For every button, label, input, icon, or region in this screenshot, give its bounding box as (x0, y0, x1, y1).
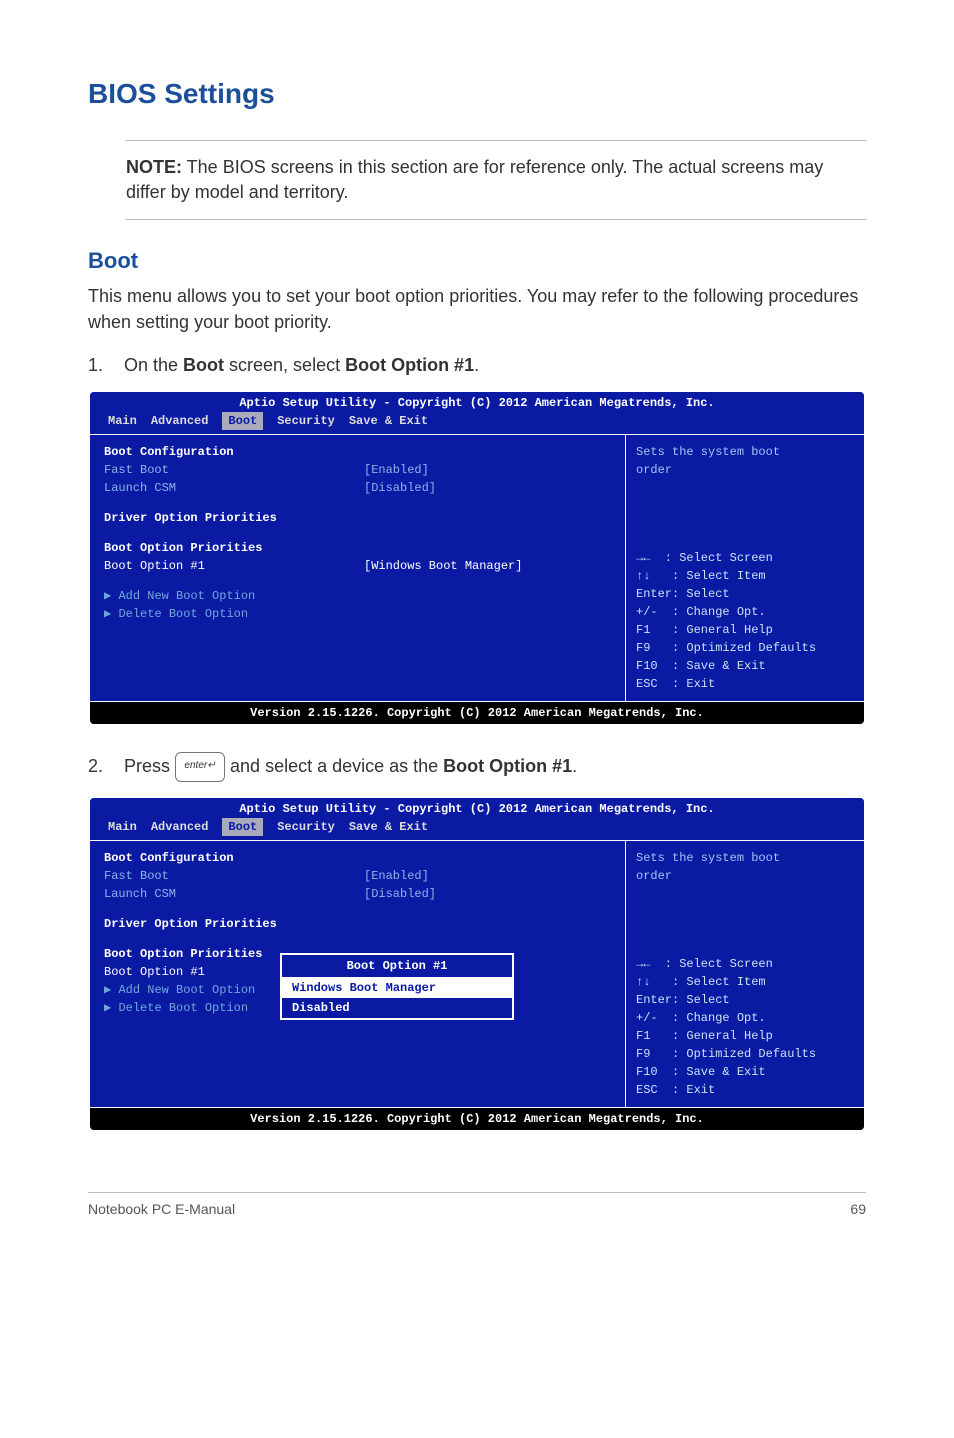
bios2-left-pane: Boot Configuration Fast Boot [Enabled] L… (90, 841, 625, 1107)
bios2-del-arrow-icon: ▶ (104, 1001, 111, 1015)
bios2-header: Aptio Setup Utility - Copyright (C) 2012… (90, 798, 864, 818)
step-1-number: 1. (88, 355, 106, 376)
bios1-tab-security: Security (277, 412, 335, 430)
bios1-k6: F9 : Optimized Defaults (636, 639, 854, 657)
bios1-k8: ESC : Exit (636, 675, 854, 693)
bios1-boot-opt1: Boot Option #1 (104, 557, 364, 575)
bios1-boot-opt1-val: [Windows Boot Manager] (364, 557, 522, 575)
note-label: NOTE: (126, 157, 182, 177)
step-1-bold-boot: Boot (183, 355, 224, 375)
bios1-del-arrow-icon: ▶ (104, 607, 111, 621)
bios1-tabs: Main Advanced Boot Security Save & Exit (90, 412, 864, 434)
bios1-add-new: ▶ Add New Boot Option (104, 587, 611, 605)
bios2-add-arrow-icon: ▶ (104, 983, 111, 997)
page-title: BIOS Settings (88, 78, 866, 110)
bios2-tabs: Main Advanced Boot Security Save & Exit (90, 818, 864, 840)
step-2-bold: Boot Option #1 (443, 756, 572, 776)
bios2-k7: F10 : Save & Exit (636, 1063, 854, 1081)
bios1-add-arrow-icon: ▶ (104, 589, 111, 603)
bios1-header: Aptio Setup Utility - Copyright (C) 2012… (90, 392, 864, 412)
bios1-k5: F1 : General Help (636, 621, 854, 639)
bios2-k6: F9 : Optimized Defaults (636, 1045, 854, 1063)
bios2-k4: +/- : Change Opt. (636, 1009, 854, 1027)
bios2-driver-prio: Driver Option Priorities (104, 915, 611, 933)
bios1-driver-prio: Driver Option Priorities (104, 509, 611, 527)
step-2-number: 2. (88, 756, 106, 777)
step-1-text-e: . (474, 355, 479, 375)
footer-left: Notebook PC E-Manual (88, 1201, 235, 1217)
bios2-k5: F1 : General Help (636, 1027, 854, 1045)
bios2-right-pane: Sets the system boot order →← : Select S… (625, 841, 864, 1107)
step-1-text-a: On the (124, 355, 183, 375)
step-1-bold-option: Boot Option #1 (345, 355, 474, 375)
bios2-footer: Version 2.15.1226. Copyright (C) 2012 Am… (90, 1108, 864, 1130)
bios1-footer: Version 2.15.1226. Copyright (C) 2012 Am… (90, 702, 864, 724)
bios2-popup-title: Boot Option #1 (282, 955, 512, 978)
bios2-tab-saveexit: Save & Exit (349, 818, 428, 836)
bios2-k2: ↑↓ : Select Item (636, 973, 854, 991)
bios1-k1: →← : Select Screen (636, 549, 854, 567)
bios2-launch-csm-val: [Disabled] (364, 885, 436, 903)
intro-text: This menu allows you to set your boot op… (88, 284, 866, 334)
bios2-launch-csm: Launch CSM (104, 885, 364, 903)
bios1-boot-prio: Boot Option Priorities (104, 539, 611, 557)
bios2-boot-conf: Boot Configuration (104, 849, 611, 867)
bios1-help: Sets the system boot order (636, 443, 854, 479)
bios1-k2: ↑↓ : Select Item (636, 567, 854, 585)
bios1-tab-main: Main (108, 412, 137, 430)
step-2-text-a: Press (124, 756, 175, 776)
bios2-tab-boot: Boot (222, 818, 263, 836)
bios1-launch-csm-val: [Disabled] (364, 479, 436, 497)
step-2-text-d: . (572, 756, 577, 776)
footer-pagenum: 69 (850, 1201, 866, 1217)
bios-screenshot-1: Aptio Setup Utility - Copyright (C) 2012… (88, 390, 866, 726)
bios1-tab-boot: Boot (222, 412, 263, 430)
bios1-fast-boot-val: [Enabled] (364, 461, 429, 479)
step-2-text-b: and select a device as the (230, 756, 443, 776)
bios2-popup: Boot Option #1 Windows Boot Manager Disa… (280, 953, 514, 1020)
enter-key-icon: enter↵ (175, 752, 225, 782)
bios2-tab-main: Main (108, 818, 137, 836)
bios1-k7: F10 : Save & Exit (636, 657, 854, 675)
bios2-tab-advanced: Advanced (151, 818, 209, 836)
bios2-k8: ESC : Exit (636, 1081, 854, 1099)
bios2-k1: →← : Select Screen (636, 955, 854, 973)
bios2-fast-boot-val: [Enabled] (364, 867, 429, 885)
step-1-text-c: screen, select (224, 355, 345, 375)
bios2-popup-opt2: Disabled (282, 998, 512, 1018)
step-2: 2. Press enter↵ and select a device as t… (88, 752, 866, 782)
note-box: NOTE: The BIOS screens in this section a… (126, 140, 866, 220)
bios2-tab-security: Security (277, 818, 335, 836)
page-footer: Notebook PC E-Manual 69 (88, 1192, 866, 1217)
section-heading-boot: Boot (88, 248, 866, 274)
bios2-popup-opt1: Windows Boot Manager (282, 978, 512, 998)
bios1-tab-advanced: Advanced (151, 412, 209, 430)
bios1-delete: ▶ Delete Boot Option (104, 605, 611, 623)
bios1-k4: +/- : Change Opt. (636, 603, 854, 621)
note-text: The BIOS screens in this section are for… (126, 157, 823, 202)
bios2-k3: Enter: Select (636, 991, 854, 1009)
bios1-tab-saveexit: Save & Exit (349, 412, 428, 430)
bios1-k3: Enter: Select (636, 585, 854, 603)
bios1-boot-conf: Boot Configuration (104, 443, 611, 461)
bios1-left-pane: Boot Configuration Fast Boot [Enabled] L… (90, 435, 625, 701)
bios-screenshot-2: Aptio Setup Utility - Copyright (C) 2012… (88, 796, 866, 1132)
bios2-help: Sets the system boot order (636, 849, 854, 885)
bios2-fast-boot: Fast Boot (104, 867, 364, 885)
step-1: 1. On the Boot screen, select Boot Optio… (88, 355, 866, 376)
bios1-launch-csm: Launch CSM (104, 479, 364, 497)
bios1-fast-boot: Fast Boot (104, 461, 364, 479)
bios1-right-pane: Sets the system boot order →← : Select S… (625, 435, 864, 701)
